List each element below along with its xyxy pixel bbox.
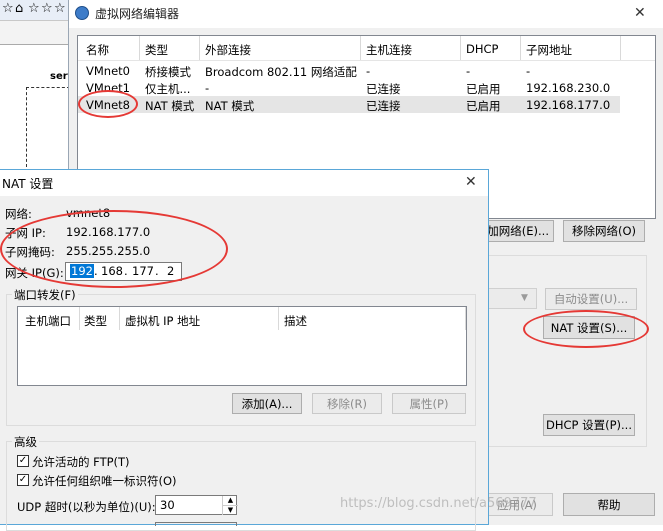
- cell-dhcp: -: [466, 64, 471, 78]
- cell-dhcp: 已启用: [466, 82, 501, 96]
- column-header-type[interactable]: 类型: [145, 42, 168, 58]
- cell-subnet: 192.168.177.0: [526, 98, 611, 112]
- properties-button[interactable]: 属性(P): [392, 393, 466, 414]
- cell-external: -: [205, 81, 210, 95]
- cell-type: NAT 模式: [145, 99, 195, 113]
- highlight-ip-settings: [0, 210, 228, 288]
- network-label: 网络:: [5, 207, 32, 221]
- column-header-dhcp[interactable]: DHCP: [466, 42, 498, 56]
- toolbar-star-icon[interactable]: ☆: [2, 1, 14, 16]
- table-header: 名称 类型 外部连接 主机连接 DHCP 子网地址: [78, 36, 655, 61]
- advanced-title: 高级: [12, 434, 39, 450]
- background-toolbar: ☆ ⌂ ☆ ☆ ☆: [0, 0, 70, 21]
- toolbar-star-icon[interactable]: ☆: [28, 1, 40, 16]
- highlight-vmnet8: [78, 90, 138, 118]
- close-icon[interactable]: ✕: [634, 5, 646, 21]
- diagram-line: [26, 87, 27, 167]
- table-row[interactable]: VMnet0 桥接模式 Broadcom 802.11 网络适配... - - …: [78, 62, 620, 79]
- table-row[interactable]: VMnet1 仅主机... - 已连接 已启用 192.168.230.0: [78, 79, 620, 96]
- udp-timeout-input[interactable]: 30 ▲ ▼: [155, 495, 238, 515]
- port-forwarding-table: 主机端口 类型 虚拟机 IP 地址 描述: [17, 306, 467, 386]
- network-globe-icon: [75, 6, 89, 20]
- cell-host: 已连接: [366, 99, 401, 113]
- toolbar-star-icon[interactable]: ☆: [54, 1, 66, 16]
- highlight-nat-button: [523, 310, 649, 348]
- editor-title-bar: 虚拟网络编辑器 ✕: [69, 0, 663, 28]
- udp-timeout-label: UDP 超时(以秒为单位)(U):: [17, 500, 156, 514]
- column-header-external[interactable]: 外部连接: [205, 42, 251, 58]
- help-button[interactable]: 帮助: [563, 493, 655, 516]
- toolbar-star-icon[interactable]: ☆: [41, 1, 53, 16]
- dhcp-settings-button[interactable]: DHCP 设置(P)...: [543, 414, 635, 436]
- close-icon[interactable]: ✕: [465, 174, 477, 190]
- spinner-down-icon[interactable]: ▼: [222, 505, 238, 515]
- next-field-edge: [155, 522, 237, 526]
- cell-name: VMnet0: [86, 64, 130, 78]
- oui-checkbox-label: 允许任何组织唯一标识符(O): [32, 474, 177, 488]
- pf-header-host-port[interactable]: 主机端口: [25, 313, 71, 329]
- cell-type: 桥接模式: [145, 65, 191, 79]
- watermark: https://blog.csdn.net/a569777: [340, 496, 537, 511]
- spinner-up-icon[interactable]: ▲: [222, 496, 238, 505]
- auto-settings-button[interactable]: 自动设置(U)...: [545, 288, 637, 310]
- nat-title-bar: NAT 设置 ✕: [0, 170, 488, 196]
- pf-header-type[interactable]: 类型: [84, 313, 107, 329]
- cell-host: -: [366, 64, 371, 78]
- pf-header-vm-ip[interactable]: 虚拟机 IP 地址: [125, 313, 200, 329]
- remove-network-button[interactable]: 移除网络(O): [563, 220, 645, 242]
- cell-type: 仅主机...: [145, 82, 191, 96]
- remove-port-button[interactable]: 移除(R): [312, 393, 382, 414]
- diagram-line: [26, 87, 70, 88]
- background-panel: serv: [0, 44, 74, 175]
- ftp-checkbox[interactable]: ✓: [17, 455, 29, 467]
- cell-external: Broadcom 802.11 网络适配...: [205, 65, 357, 79]
- cell-host: 已连接: [366, 82, 401, 96]
- udp-timeout-value: 30: [160, 498, 175, 512]
- add-port-button[interactable]: 添加(A)...: [232, 393, 302, 414]
- add-network-button[interactable]: 加网络(E)...: [481, 220, 554, 242]
- port-forwarding-title: 端口转发(F): [12, 287, 78, 303]
- oui-checkbox[interactable]: ✓: [17, 474, 29, 486]
- pf-header-description[interactable]: 描述: [284, 313, 307, 329]
- cell-external: NAT 模式: [205, 99, 255, 113]
- table-row-selected[interactable]: VMnet8 NAT 模式 NAT 模式 已连接 已启用 192.168.177…: [78, 96, 620, 113]
- bridge-dropdown[interactable]: ▼: [481, 288, 537, 309]
- column-header-host[interactable]: 主机连接: [366, 42, 412, 58]
- cell-dhcp: 已启用: [466, 99, 501, 113]
- column-header-subnet[interactable]: 子网地址: [526, 42, 572, 58]
- column-header-name[interactable]: 名称: [86, 42, 109, 58]
- ftp-checkbox-label: 允许活动的 FTP(T): [32, 455, 130, 469]
- chevron-down-icon: ▼: [521, 293, 528, 303]
- nat-dialog-title: NAT 设置: [2, 177, 54, 191]
- toolbar-home-icon[interactable]: ⌂: [15, 1, 23, 16]
- cell-subnet: -: [526, 64, 531, 78]
- cell-subnet: 192.168.230.0: [526, 81, 611, 95]
- editor-title: 虚拟网络编辑器: [95, 7, 180, 21]
